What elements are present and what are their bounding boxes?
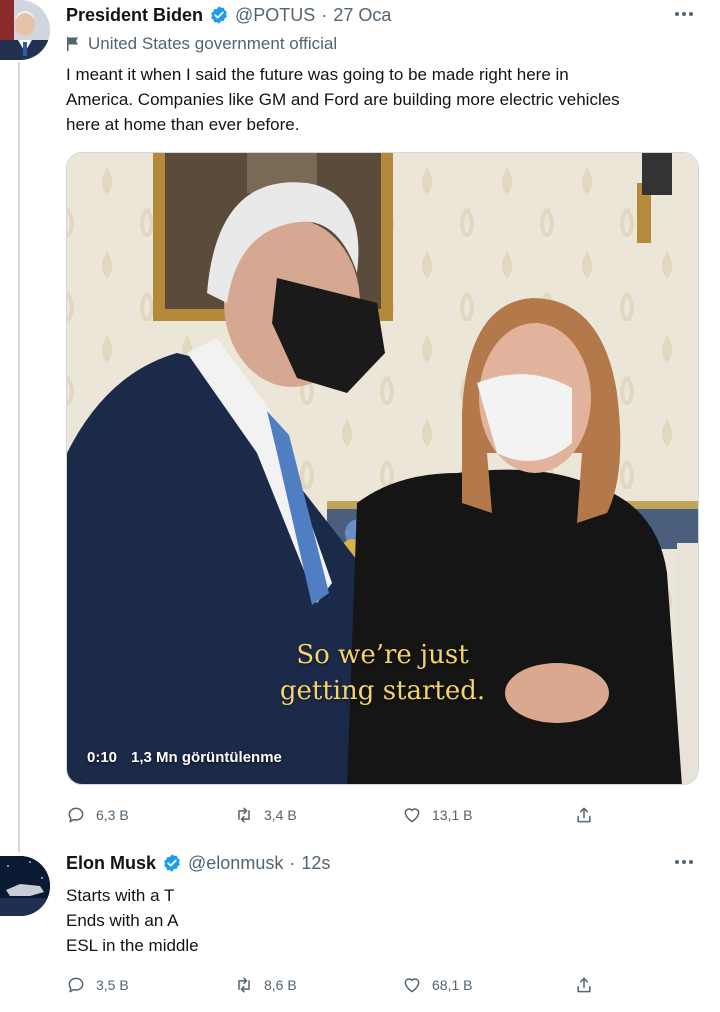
- tweet-header: President Biden @POTUS · 27 Oca: [66, 2, 391, 28]
- share-button[interactable]: [574, 805, 720, 825]
- author-handle[interactable]: @elonmusk: [188, 853, 283, 874]
- reply-button[interactable]: 3,5 B: [66, 975, 234, 995]
- retweet-icon: [238, 807, 250, 823]
- reply-count: 6,3 B: [96, 807, 129, 823]
- share-icon: [577, 977, 591, 993]
- video-meta: 0:10 1,3 Mn görüntülenme: [87, 749, 282, 766]
- flag-icon: [67, 37, 78, 51]
- more-options-button[interactable]: [670, 4, 698, 24]
- more-icon: [675, 860, 679, 864]
- video-views: 1,3 Mn görüntülenme: [131, 749, 282, 766]
- tweet-text-line: Starts with a T: [66, 886, 175, 905]
- tweet-text-line: Ends with an A: [66, 911, 179, 930]
- government-label[interactable]: United States government official: [66, 33, 337, 55]
- share-button[interactable]: [574, 975, 720, 995]
- more-icon: [675, 12, 679, 16]
- avatar-potus[interactable]: [0, 0, 50, 60]
- author-handle[interactable]: @POTUS: [235, 5, 315, 26]
- author-name[interactable]: President Biden: [66, 5, 203, 26]
- like-icon: [404, 978, 420, 993]
- government-label-text: United States government official: [88, 34, 338, 53]
- caption-line: getting started.: [279, 676, 486, 706]
- verified-badge-icon: [211, 6, 227, 24]
- reply-button[interactable]: 6,3 B: [66, 805, 234, 825]
- retweet-button[interactable]: 3,4 B: [234, 805, 402, 825]
- tweet-date[interactable]: 27 Oca: [333, 5, 391, 26]
- tweet-text-line: ESL in the middle: [66, 936, 199, 955]
- reply-icon: [68, 807, 84, 823]
- retweet-count: 8,6 B: [264, 977, 297, 993]
- like-icon: [404, 808, 420, 823]
- like-button[interactable]: 68,1 B: [402, 975, 570, 995]
- retweet-count: 3,4 B: [264, 807, 297, 823]
- retweet-icon: [238, 977, 250, 993]
- tweet-actions: 3,5 B 8,6 B 68,1 B: [66, 973, 606, 997]
- like-button[interactable]: 13,1 B: [402, 805, 570, 825]
- video-caption: So we’re just getting started.: [67, 637, 698, 709]
- caption-line: So we’re just: [296, 640, 469, 670]
- tweet-text-line: I meant it when I said the future was go…: [66, 65, 569, 84]
- tweet-actions: 6,3 B 3,4 B 13,1 B: [66, 803, 606, 827]
- tweet-header: Elon Musk @elonmusk · 12s: [66, 850, 330, 876]
- tweet-text-line: America. Companies like GM and Ford are …: [66, 90, 620, 109]
- video-player[interactable]: So we’re just getting started. 0:10 1,3 …: [66, 152, 699, 785]
- dot-separator: ·: [321, 4, 328, 25]
- more-options-button[interactable]: [670, 852, 698, 872]
- retweet-button[interactable]: 8,6 B: [234, 975, 402, 995]
- like-count: 68,1 B: [432, 977, 473, 993]
- video-duration: 0:10: [87, 749, 118, 766]
- tweet-potus[interactable]: President Biden @POTUS · 27 Oca United S…: [0, 0, 720, 840]
- reply-count: 3,5 B: [96, 977, 129, 993]
- tweet-text-line: here at home than ever before.: [66, 115, 300, 134]
- dot-separator: ·: [289, 852, 296, 873]
- tweet-text: I meant it when I said the future was go…: [66, 62, 706, 137]
- tweet-date[interactable]: 12s: [301, 853, 330, 874]
- author-name[interactable]: Elon Musk: [66, 853, 156, 874]
- share-icon: [577, 807, 591, 823]
- verified-badge-icon: [164, 854, 180, 872]
- like-count: 13,1 B: [432, 807, 473, 823]
- avatar-elonmusk[interactable]: [0, 856, 50, 916]
- tweet-text: Starts with a T Ends with an A ESL in th…: [66, 883, 666, 958]
- reply-icon: [68, 977, 84, 993]
- tweet-elonmusk[interactable]: Elon Musk @elonmusk · 12s Starts with a …: [0, 848, 720, 1012]
